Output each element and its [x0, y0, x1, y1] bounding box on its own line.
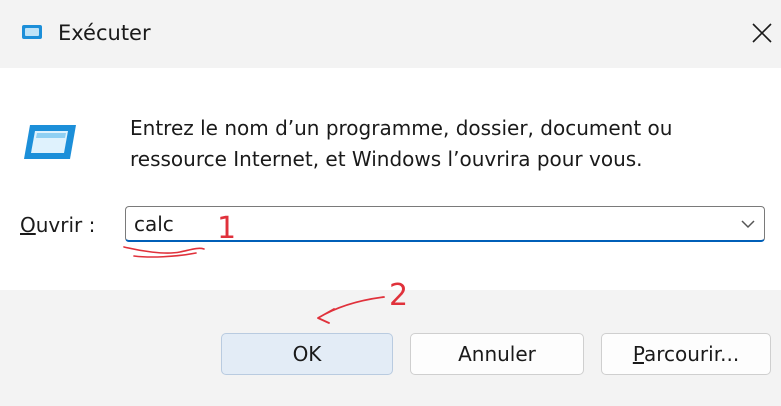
window-title: Exécuter — [58, 21, 151, 45]
dialog-description: Entrez le nom d’un programme, dossier, d… — [130, 116, 673, 171]
open-combobox[interactable] — [125, 206, 765, 242]
browse-label: arcourir... — [643, 342, 740, 366]
title-bar: Exécuter — [0, 0, 781, 68]
button-bar: OK Annuler Parcourir... — [0, 290, 781, 406]
cancel-button[interactable]: Annuler — [410, 333, 584, 375]
ok-button[interactable]: OK — [221, 333, 393, 375]
dialog-content: Entrez le nom d’un programme, dossier, d… — [0, 68, 781, 290]
browse-button[interactable]: Parcourir... — [601, 333, 771, 375]
close-button[interactable] — [745, 14, 779, 52]
open-label-text: uvrir : — [35, 213, 96, 237]
run-program-icon — [24, 125, 76, 159]
open-input[interactable] — [134, 207, 724, 241]
open-label: Ouvrir : — [20, 212, 95, 238]
chevron-down-icon[interactable] — [740, 218, 756, 230]
open-label-mnemonic: O — [20, 213, 36, 237]
browse-mnemonic: P — [632, 342, 644, 366]
run-dialog-icon — [22, 25, 42, 39]
